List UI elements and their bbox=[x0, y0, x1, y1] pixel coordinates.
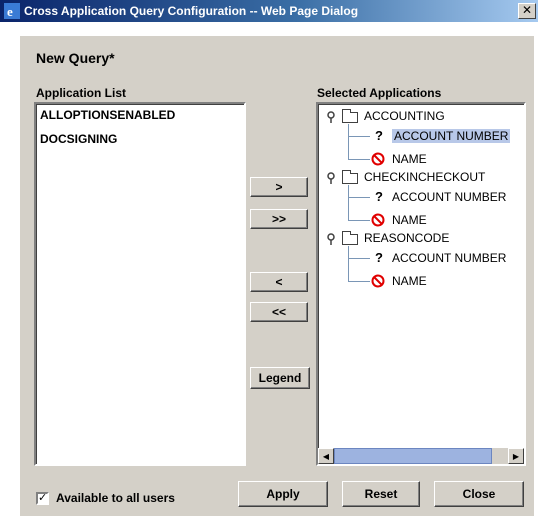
horizontal-scrollbar[interactable]: ◀ ▶ bbox=[318, 448, 524, 464]
apply-button[interactable]: Apply bbox=[238, 481, 328, 507]
application-list[interactable]: ALLOPTIONSENABLED DOCSIGNING bbox=[34, 102, 246, 466]
reset-button[interactable]: Reset bbox=[342, 481, 420, 507]
tree-node-field[interactable]: NAME bbox=[392, 152, 427, 166]
tree-line bbox=[348, 124, 349, 160]
add-all-button[interactable]: >> bbox=[250, 209, 308, 229]
tree-line bbox=[348, 246, 349, 282]
expand-pin-icon[interactable] bbox=[326, 233, 336, 245]
question-icon: ? bbox=[375, 128, 383, 143]
no-entry-icon bbox=[371, 274, 385, 288]
ie-icon: e bbox=[4, 3, 20, 19]
tree-node-field[interactable]: ACCOUNT NUMBER bbox=[392, 129, 511, 143]
expand-pin-icon[interactable] bbox=[326, 111, 336, 123]
available-to-all-checkbox[interactable]: ✓ bbox=[36, 492, 49, 505]
remove-button[interactable]: < bbox=[250, 272, 308, 292]
no-entry-icon bbox=[371, 213, 385, 227]
window-title: Cross Application Query Configuration --… bbox=[24, 4, 359, 18]
legend-button[interactable]: Legend bbox=[250, 367, 310, 389]
folder-icon bbox=[342, 109, 358, 123]
page-title: New Query* bbox=[36, 50, 115, 66]
dialog-body: New Query* Application List ALLOPTIONSEN… bbox=[20, 36, 534, 516]
close-button[interactable]: Close bbox=[434, 481, 524, 507]
list-item[interactable]: ALLOPTIONSENABLED bbox=[40, 108, 175, 122]
tree-node-field[interactable]: ACCOUNT NUMBER bbox=[392, 190, 506, 204]
tree-line bbox=[348, 220, 370, 221]
tree-line bbox=[348, 258, 370, 259]
tree-node-field[interactable]: ACCOUNT NUMBER bbox=[392, 251, 506, 265]
tree-line bbox=[348, 159, 370, 160]
question-icon: ? bbox=[375, 189, 383, 204]
add-button[interactable]: > bbox=[250, 177, 308, 197]
tree-line bbox=[348, 136, 370, 137]
tree-line bbox=[348, 185, 349, 221]
folder-icon bbox=[342, 231, 358, 245]
tree-node-application[interactable]: ACCOUNTING bbox=[364, 109, 445, 123]
dialog-window: e Cross Application Query Configuration … bbox=[0, 0, 538, 521]
tree-node-application[interactable]: REASONCODE bbox=[364, 231, 449, 245]
scroll-left-button[interactable]: ◀ bbox=[318, 448, 334, 464]
close-window-button[interactable]: ✕ bbox=[518, 3, 536, 19]
scroll-thumb[interactable] bbox=[334, 448, 492, 464]
tree-node-field[interactable]: NAME bbox=[392, 274, 427, 288]
scroll-right-button[interactable]: ▶ bbox=[508, 448, 524, 464]
svg-text:e: e bbox=[7, 4, 13, 19]
question-icon: ? bbox=[375, 250, 383, 265]
no-entry-icon bbox=[371, 152, 385, 166]
folder-icon bbox=[342, 170, 358, 184]
available-to-all-label: Available to all users bbox=[56, 491, 175, 505]
title-bar: e Cross Application Query Configuration … bbox=[0, 0, 538, 22]
tree-line bbox=[348, 281, 370, 282]
selected-applications-label: Selected Applications bbox=[317, 86, 442, 100]
list-item[interactable]: DOCSIGNING bbox=[40, 132, 117, 146]
remove-all-button[interactable]: << bbox=[250, 302, 308, 322]
selected-applications-tree[interactable]: ACCOUNTING ? ACCOUNT NUMBER NAME CHECKIN… bbox=[316, 102, 526, 466]
expand-pin-icon[interactable] bbox=[326, 172, 336, 184]
tree-node-field[interactable]: NAME bbox=[392, 213, 427, 227]
tree-node-application[interactable]: CHECKINCHECKOUT bbox=[364, 170, 485, 184]
application-list-label: Application List bbox=[36, 86, 126, 100]
tree-line bbox=[348, 197, 370, 198]
